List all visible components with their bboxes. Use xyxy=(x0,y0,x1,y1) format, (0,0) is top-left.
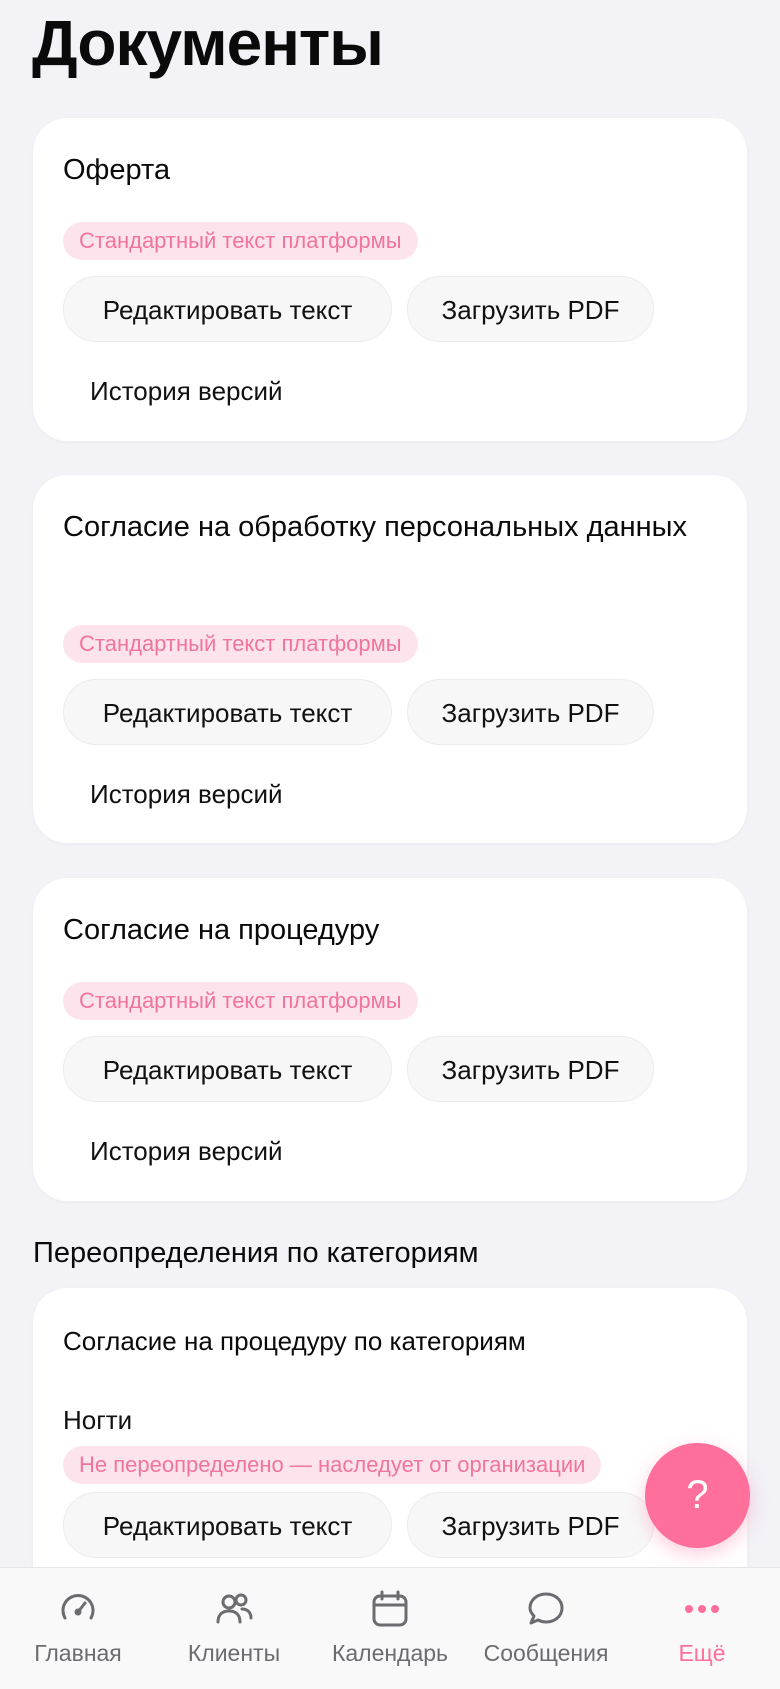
edit-text-button[interactable]: Редактировать текст xyxy=(63,679,392,745)
users-icon xyxy=(216,1593,253,1624)
document-title: Оферта xyxy=(63,154,171,186)
status-badge: Стандартный текст платформы xyxy=(63,222,418,260)
document-card-offer: Оферта Стандартный текст платформы Редак… xyxy=(33,118,747,441)
override-card-title: Согласие на процедуру по категориям xyxy=(63,1326,526,1356)
tab-more[interactable]: Ещё xyxy=(624,1568,780,1689)
upload-pdf-button[interactable]: Загрузить PDF xyxy=(407,1492,654,1558)
edit-text-button[interactable]: Редактировать текст xyxy=(63,1036,392,1102)
help-button[interactable]: ? xyxy=(645,1443,750,1548)
section-title: Переопределения по категориям xyxy=(33,1237,479,1269)
upload-pdf-button[interactable]: Загрузить PDF xyxy=(407,679,654,745)
status-badge: Стандартный текст платформы xyxy=(63,982,418,1020)
upload-pdf-button[interactable]: Загрузить PDF xyxy=(407,276,654,342)
tab-label: Календарь xyxy=(331,1640,449,1666)
tab-bar: Главная Клиенты Календарь Сообщения Ещё xyxy=(0,1567,780,1689)
tab-label: Главная xyxy=(34,1640,122,1666)
version-history-link[interactable]: История версий xyxy=(90,779,283,810)
tab-messages[interactable]: Сообщения xyxy=(468,1568,624,1689)
edit-text-button[interactable]: Редактировать текст xyxy=(63,276,392,342)
tab-label: Ещё xyxy=(678,1640,726,1666)
chat-bubble-icon xyxy=(528,1592,564,1625)
category-name: Ногти xyxy=(63,1405,133,1435)
version-history-link[interactable]: История версий xyxy=(90,376,283,407)
gauge-icon xyxy=(61,1594,95,1620)
tab-home[interactable]: Главная xyxy=(0,1568,156,1689)
tab-calendar[interactable]: Календарь xyxy=(312,1568,468,1689)
document-title: Согласие на обработку персональных данны… xyxy=(63,511,688,543)
document-card-personal-data: Согласие на обработку персональных данны… xyxy=(33,475,747,843)
tab-label: Сообщения xyxy=(483,1640,609,1666)
tab-clients[interactable]: Клиенты xyxy=(156,1568,312,1689)
calendar-icon xyxy=(372,1590,408,1627)
page-title: Документы xyxy=(32,7,384,79)
version-history-link[interactable]: История версий xyxy=(90,1136,283,1167)
more-dots-icon xyxy=(685,1605,719,1613)
status-badge: Не переопределено — наследует от организ… xyxy=(63,1446,602,1484)
tab-label: Клиенты xyxy=(187,1640,281,1666)
edit-text-button[interactable]: Редактировать текст xyxy=(63,1492,392,1558)
status-badge: Стандартный текст платформы xyxy=(63,625,418,663)
upload-pdf-button[interactable]: Загрузить PDF xyxy=(407,1036,654,1102)
document-card-procedure: Согласие на процедуру Стандартный текст … xyxy=(33,878,747,1201)
document-title: Согласие на процедуру xyxy=(63,914,380,946)
